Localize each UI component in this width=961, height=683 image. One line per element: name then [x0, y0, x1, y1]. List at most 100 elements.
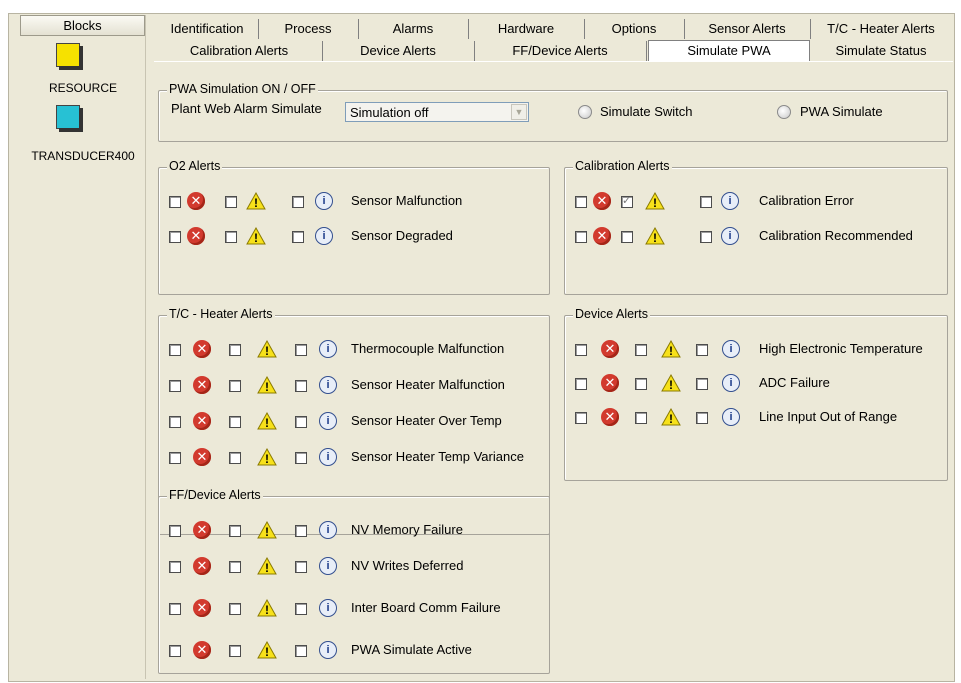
alert-label: ADC Failure [759, 375, 830, 390]
error-checkbox[interactable] [169, 525, 181, 537]
alert-label: Calibration Error [759, 193, 854, 208]
error-checkbox[interactable] [169, 561, 181, 573]
warning-checkbox[interactable] [621, 231, 633, 243]
o2-alerts-group: O2 Alerts ✕ ! i Sensor Malfunction ✕ ! i… [158, 159, 550, 295]
tab-identification[interactable]: Identification [156, 19, 259, 39]
tab-simulate-pwa[interactable]: Simulate PWA [648, 40, 810, 63]
warning-icon: ! [645, 191, 665, 210]
info-checkbox[interactable] [295, 561, 307, 573]
simulation-select[interactable]: Simulation off ▼ [345, 102, 529, 122]
error-checkbox[interactable] [575, 196, 587, 208]
info-icon: i [319, 641, 337, 659]
warning-checkbox[interactable] [229, 603, 241, 615]
alert-row: ✕ ! i NV Memory Failure [169, 520, 559, 543]
alert-label: Sensor Malfunction [351, 193, 463, 208]
info-icon: i [722, 408, 740, 426]
info-checkbox[interactable] [295, 645, 307, 657]
warning-checkbox[interactable] [225, 196, 237, 208]
error-checkbox[interactable] [575, 344, 587, 356]
svg-text:!: ! [254, 196, 258, 210]
tab-alarms[interactable]: Alarms [358, 19, 469, 39]
info-checkbox[interactable] [700, 196, 712, 208]
svg-text:!: ! [265, 344, 269, 358]
chevron-down-icon[interactable]: ▼ [511, 104, 527, 120]
warning-checkbox[interactable] [635, 412, 647, 424]
svg-text:!: ! [265, 380, 269, 394]
tab-row-2: Calibration Alerts Device Alerts FF/Devi… [156, 40, 952, 63]
info-icon: i [319, 557, 337, 575]
info-checkbox[interactable] [295, 452, 307, 464]
info-checkbox[interactable] [292, 231, 304, 243]
info-checkbox[interactable] [295, 344, 307, 356]
warning-checkbox[interactable] [229, 416, 241, 428]
alert-row: ✕ ! i Inter Board Comm Failure [169, 598, 559, 621]
device-alerts-legend: Device Alerts [573, 307, 650, 321]
simulate-switch-radio[interactable] [578, 105, 592, 119]
info-checkbox[interactable] [696, 412, 708, 424]
warning-icon: ! [257, 640, 277, 659]
tab-simulate-status[interactable]: Simulate Status [810, 41, 952, 61]
warning-checkbox[interactable] [635, 378, 647, 390]
info-checkbox[interactable] [295, 380, 307, 392]
info-checkbox[interactable] [295, 525, 307, 537]
warning-checkbox[interactable] [229, 561, 241, 573]
warning-checkbox[interactable] [229, 525, 241, 537]
error-icon: ✕ [193, 641, 211, 659]
info-checkbox[interactable] [295, 603, 307, 615]
warning-checkbox[interactable] [225, 231, 237, 243]
error-checkbox[interactable] [169, 344, 181, 356]
tc-heater-alerts-legend: T/C - Heater Alerts [167, 307, 275, 321]
warning-icon: ! [246, 226, 266, 245]
block-resource[interactable]: RESOURCE [24, 39, 142, 99]
calibration-alerts-group: Calibration Alerts ✕ ! i Calibration Err… [564, 159, 948, 295]
pwa-simulate-radio[interactable] [777, 105, 791, 119]
info-checkbox[interactable] [696, 344, 708, 356]
error-icon: ✕ [187, 227, 205, 245]
warning-checkbox[interactable] [229, 452, 241, 464]
error-checkbox[interactable] [169, 416, 181, 428]
tab-calibration-alerts[interactable]: Calibration Alerts [156, 41, 323, 61]
tab-sensor-alerts[interactable]: Sensor Alerts [684, 19, 811, 39]
simulation-select-value: Simulation off [350, 105, 429, 120]
tab-tc-heater-alerts[interactable]: T/C - Heater Alerts [810, 19, 952, 39]
warning-checkbox[interactable] [229, 645, 241, 657]
svg-text:!: ! [669, 378, 673, 392]
warning-icon: ! [257, 339, 277, 358]
alert-label: Inter Board Comm Failure [351, 600, 501, 615]
block-transducer400[interactable]: TRANSDUCER400 [24, 101, 142, 163]
error-checkbox[interactable] [169, 452, 181, 464]
warning-checkbox[interactable] [229, 344, 241, 356]
warning-checkbox[interactable] [635, 344, 647, 356]
warning-checkbox[interactable] [229, 380, 241, 392]
svg-text:!: ! [254, 231, 258, 245]
warning-checkbox[interactable] [621, 194, 633, 208]
error-checkbox[interactable] [575, 412, 587, 424]
info-checkbox[interactable] [700, 231, 712, 243]
error-checkbox[interactable] [169, 380, 181, 392]
error-icon: ✕ [601, 374, 619, 392]
error-icon: ✕ [193, 448, 211, 466]
info-checkbox[interactable] [292, 196, 304, 208]
error-checkbox[interactable] [575, 231, 587, 243]
info-icon: i [315, 227, 333, 245]
tab-device-alerts[interactable]: Device Alerts [322, 41, 475, 61]
error-icon: ✕ [601, 340, 619, 358]
tab-process[interactable]: Process [258, 19, 359, 39]
error-checkbox[interactable] [575, 378, 587, 390]
error-checkbox[interactable] [169, 196, 181, 208]
error-checkbox[interactable] [169, 603, 181, 615]
alert-row: ✕ ! i Calibration Error [575, 191, 961, 214]
warning-icon: ! [257, 556, 277, 575]
info-checkbox[interactable] [696, 378, 708, 390]
warning-icon: ! [661, 373, 681, 392]
tab-options[interactable]: Options [584, 19, 685, 39]
tab-hardware[interactable]: Hardware [468, 19, 585, 39]
pwa-simulation-legend: PWA Simulation ON / OFF [167, 82, 318, 96]
tab-ff-device-alerts[interactable]: FF/Device Alerts [474, 41, 647, 61]
info-icon: i [319, 599, 337, 617]
error-checkbox[interactable] [169, 231, 181, 243]
info-checkbox[interactable] [295, 416, 307, 428]
error-icon: ✕ [193, 521, 211, 539]
error-checkbox[interactable] [169, 645, 181, 657]
info-icon: i [722, 340, 740, 358]
